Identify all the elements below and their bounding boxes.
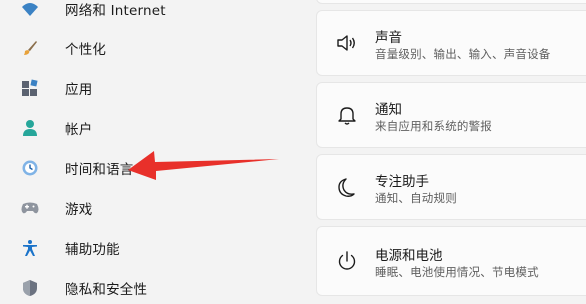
wifi-icon xyxy=(20,0,40,19)
card-title: 电源和电池 xyxy=(375,248,443,264)
sidebar-item-time-language[interactable]: 时间和语言 xyxy=(12,152,292,184)
settings-card-sound[interactable]: 声音 音量级别、输出、输入、声音设备 xyxy=(316,10,586,76)
apps-icon xyxy=(20,78,40,98)
shield-icon xyxy=(20,278,40,298)
sidebar-item-label: 辅助功能 xyxy=(65,242,120,258)
settings-card-partial[interactable] xyxy=(316,0,586,4)
settings-sidebar: 网络和 Internet 个性化 应用 帐户 时间和语言 游戏 辅助功能 隐私和… xyxy=(0,0,300,299)
settings-card-power-battery[interactable]: 电源和电池 睡眠、电池使用情况、节电模式 xyxy=(316,226,586,296)
sidebar-item-label: 隐私和安全性 xyxy=(65,282,148,298)
card-title: 声音 xyxy=(375,30,402,46)
sidebar-item-label: 游戏 xyxy=(65,202,93,218)
sidebar-item-label: 网络和 Internet xyxy=(65,3,166,19)
clock-globe-icon xyxy=(20,158,40,178)
brush-icon xyxy=(20,38,40,58)
sidebar-item-accessibility[interactable]: 辅助功能 xyxy=(12,232,292,264)
sidebar-item-gaming[interactable]: 游戏 xyxy=(12,192,292,224)
card-subtitle: 来自应用和系统的警报 xyxy=(375,119,492,133)
power-icon xyxy=(335,249,359,273)
accessibility-icon xyxy=(20,238,40,258)
sidebar-item-label: 应用 xyxy=(65,82,93,98)
sidebar-item-label: 时间和语言 xyxy=(65,162,134,178)
sidebar-item-apps[interactable]: 应用 xyxy=(12,72,292,104)
sidebar-item-personalization[interactable]: 个性化 xyxy=(12,32,292,64)
sidebar-item-label: 个性化 xyxy=(65,42,107,58)
settings-main: 声音 音量级别、输出、输入、声音设备 通知 来自应用和系统的警报 专注助手 通知… xyxy=(316,0,586,299)
moon-icon xyxy=(335,175,359,199)
settings-card-focus-assist[interactable]: 专注助手 通知、自动规则 xyxy=(316,154,586,220)
card-title: 专注助手 xyxy=(375,174,429,190)
gamepad-icon xyxy=(20,198,40,218)
sidebar-item-accounts[interactable]: 帐户 xyxy=(12,112,292,144)
card-subtitle: 通知、自动规则 xyxy=(375,191,457,205)
person-icon xyxy=(20,118,40,138)
sidebar-item-privacy[interactable]: 隐私和安全性 xyxy=(12,272,292,304)
settings-card-notifications[interactable]: 通知 来自应用和系统的警报 xyxy=(316,82,586,148)
sidebar-item-network[interactable]: 网络和 Internet xyxy=(12,0,292,25)
bell-icon xyxy=(335,103,359,127)
card-subtitle: 睡眠、电池使用情况、节电模式 xyxy=(375,265,539,279)
sidebar-item-label: 帐户 xyxy=(65,122,93,138)
card-subtitle: 音量级别、输出、输入、声音设备 xyxy=(375,47,551,61)
card-title: 通知 xyxy=(375,102,402,118)
speaker-icon xyxy=(335,31,359,55)
